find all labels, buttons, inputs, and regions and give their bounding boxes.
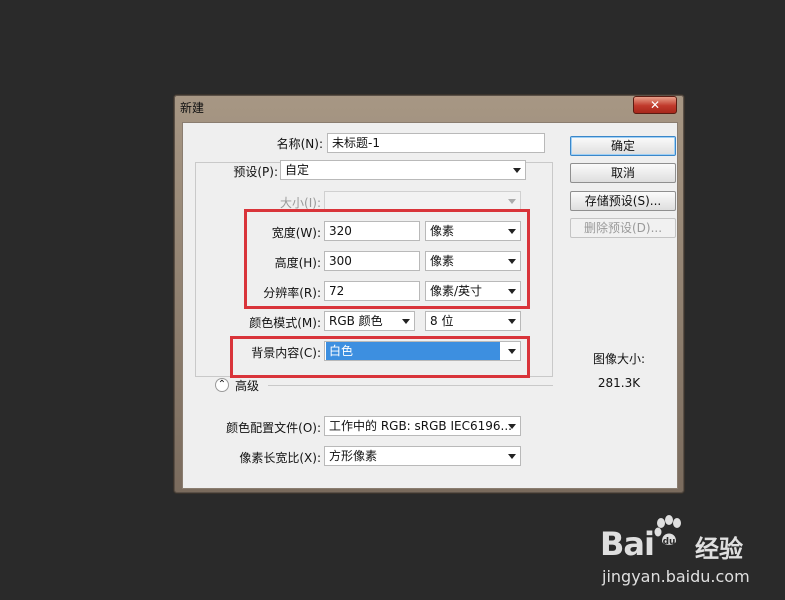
image-size-value: 281.3K xyxy=(597,376,641,390)
bit-depth-value: 8 位 xyxy=(430,314,454,328)
annotation-box-dimensions xyxy=(244,209,530,309)
svg-text:du: du xyxy=(663,537,676,547)
dialog-title: 新建 xyxy=(180,101,205,115)
annotation-box-background xyxy=(230,336,530,378)
image-size-label: 图像大小: xyxy=(592,352,646,366)
new-document-dialog: 新建 ✕ 名称(N): 未标题-1 预设(P): 自定 大小(I): 宽度(W)… xyxy=(173,94,685,494)
name-input[interactable]: 未标题-1 xyxy=(327,133,545,153)
chevron-down-icon xyxy=(508,199,516,204)
baidu-jingyan-watermark: Bai du 经验 jingyan.baidu.com xyxy=(600,515,770,595)
cancel-button[interactable]: 取消 xyxy=(570,163,676,183)
chevron-down-icon xyxy=(508,454,516,459)
save-preset-button[interactable]: 存储预设(S)... xyxy=(570,191,676,211)
name-label: 名称(N): xyxy=(276,137,323,151)
color-profile-label: 颜色配置文件(O): xyxy=(226,421,321,435)
watermark-cn: 经验 xyxy=(695,535,743,563)
dialog-body: 名称(N): 未标题-1 预设(P): 自定 大小(I): 宽度(W): 320… xyxy=(182,122,678,489)
expand-up-icon[interactable]: ⌃ xyxy=(215,378,229,392)
advanced-divider xyxy=(268,385,553,386)
watermark-url: jingyan.baidu.com xyxy=(602,567,750,586)
chevron-down-icon xyxy=(513,168,521,173)
ok-button[interactable]: 确定 xyxy=(570,136,676,156)
color-profile-value: 工作中的 RGB: sRGB IEC6196... xyxy=(329,419,512,433)
color-profile-select[interactable]: 工作中的 RGB: sRGB IEC6196... xyxy=(324,416,521,436)
color-mode-label: 颜色模式(M): xyxy=(249,316,321,330)
pixel-aspect-value: 方形像素 xyxy=(329,449,378,463)
paw-icon: du xyxy=(654,515,681,547)
pixel-aspect-select[interactable]: 方形像素 xyxy=(324,446,521,466)
advanced-label[interactable]: 高级 xyxy=(235,377,259,394)
preset-value: 自定 xyxy=(285,163,310,177)
preset-select[interactable]: 自定 xyxy=(280,160,526,180)
color-mode-value: RGB 颜色 xyxy=(329,314,383,328)
close-icon: ✕ xyxy=(649,98,661,112)
preset-label: 预设(P): xyxy=(233,165,278,179)
size-select xyxy=(324,191,521,211)
delete-preset-button: 删除预设(D)... xyxy=(570,218,676,238)
pixel-aspect-label: 像素长宽比(X): xyxy=(239,451,321,465)
bit-depth-select[interactable]: 8 位 xyxy=(425,311,521,331)
chevron-down-icon xyxy=(402,319,410,324)
chevron-down-icon xyxy=(508,319,516,324)
watermark-logo: Bai xyxy=(600,525,655,563)
close-button[interactable]: ✕ xyxy=(633,96,677,114)
dialog-titlebar[interactable]: 新建 ✕ xyxy=(174,95,684,119)
color-mode-select[interactable]: RGB 颜色 xyxy=(324,311,415,331)
chevron-down-icon xyxy=(508,424,516,429)
